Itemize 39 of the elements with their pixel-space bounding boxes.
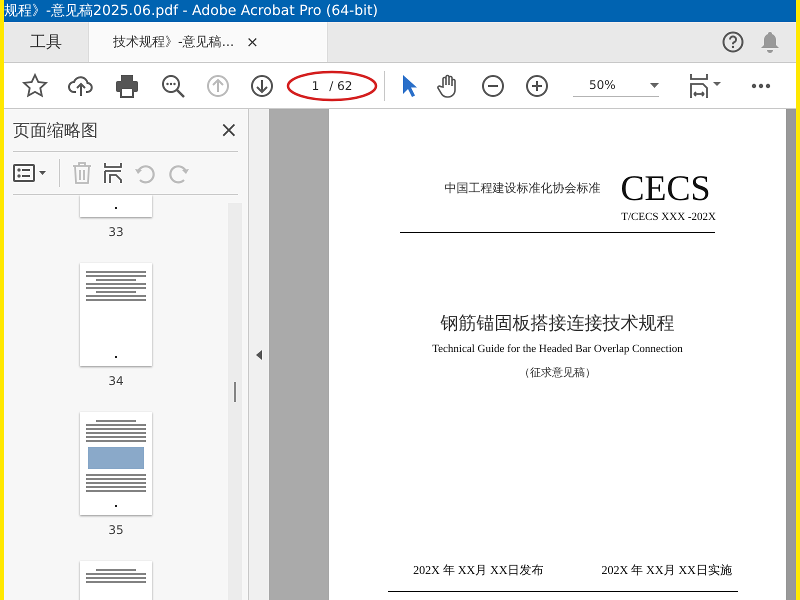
zoom-out-icon[interactable] xyxy=(481,74,505,98)
search-icon[interactable] xyxy=(160,72,186,98)
panel-title: 页面缩略图 xyxy=(13,120,98,142)
caret-icon xyxy=(650,82,659,88)
close-tab-button[interactable]: × xyxy=(246,33,259,51)
zoom-dropdown[interactable]: 50% xyxy=(573,74,659,97)
page-number-field[interactable]: 1 xyxy=(312,78,320,92)
publish-date: 202X 年 XX月 XX日发布 xyxy=(413,562,544,579)
collapse-arrow-icon[interactable] xyxy=(256,350,262,360)
tab[interactable]: 工具 xyxy=(4,22,88,62)
more-icon[interactable] xyxy=(751,82,771,88)
page-thumbnail[interactable] xyxy=(80,412,152,515)
options-icon[interactable] xyxy=(13,164,47,182)
page-number-label: 35 xyxy=(108,523,124,537)
effective-date: 202X 年 XX月 XX日实施 xyxy=(602,562,732,579)
cursor-icon[interactable] xyxy=(401,74,417,98)
page-thumbnail[interactable] xyxy=(80,561,152,600)
standard-code: T/CECS XXX -202X xyxy=(621,211,716,223)
page-thumbnail[interactable] xyxy=(80,263,152,366)
scrollbar[interactable] xyxy=(228,203,242,600)
logo-text: CECS xyxy=(620,167,711,209)
draft-note: （征求意见稿） xyxy=(519,366,596,380)
page-fit-icon[interactable] xyxy=(689,72,723,98)
page-thumbnail[interactable] xyxy=(80,195,152,217)
page-total: / 62 xyxy=(329,78,352,92)
document-subtitle: Technical Guide for the Headed Bar Overlap Connection xyxy=(432,343,683,355)
page-number-label: 33 xyxy=(108,225,124,239)
organization-name: 中国工程建设标准化协会标准 xyxy=(444,180,600,196)
window-title: 规程》-意见稿2025.06.pdf - Adobe Acrobat Pro (64-bit) xyxy=(4,2,378,20)
help-icon[interactable] xyxy=(722,31,744,53)
document-title: 钢筋锚固板搭接连接技术规程 xyxy=(440,312,674,335)
tab[interactable]: 技术规程》-意见稿... × xyxy=(88,22,328,62)
star-icon[interactable] xyxy=(22,72,48,98)
page-insert-icon[interactable] xyxy=(104,162,122,184)
page-number-label: 34 xyxy=(108,374,124,388)
close-panel-button[interactable]: × xyxy=(220,118,238,142)
zoom-in-icon[interactable] xyxy=(525,74,549,98)
print-icon[interactable] xyxy=(114,72,140,98)
scrollbar[interactable] xyxy=(786,109,796,600)
